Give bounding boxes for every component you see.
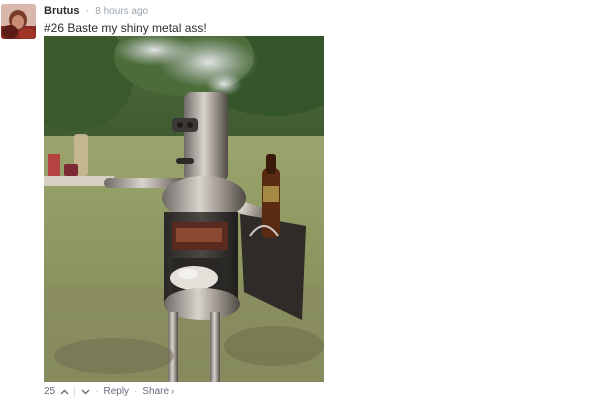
share-label: Share [142,386,170,397]
chevron-up-icon [60,389,69,394]
vote-count: 25 [44,385,56,397]
comment-image[interactable] [44,36,324,382]
comment: Brutus · 8 hours ago #26 Baste my shiny … [0,0,600,403]
footer-dot: · [134,385,138,397]
smoker-photo [44,36,324,382]
share-button[interactable]: Share › [142,385,174,398]
avatar-image [1,4,36,39]
downvote-button[interactable] [80,386,90,398]
author-name[interactable]: Brutus [44,5,79,17]
reply-button[interactable]: Reply [103,386,129,398]
comment-footer: 25 · Reply · Share › [44,385,174,398]
avatar[interactable] [1,4,36,39]
share-caret-icon: › [171,386,175,396]
header-separator: · [85,5,90,17]
upvote-button[interactable] [59,386,69,398]
comment-header: Brutus · 8 hours ago [44,5,148,18]
chevron-down-icon [81,389,90,394]
timestamp[interactable]: 8 hours ago [95,6,148,17]
footer-dot: · [95,385,99,397]
comment-text: #26 Baste my shiny metal ass! [44,21,207,35]
vote-divider [74,386,76,397]
